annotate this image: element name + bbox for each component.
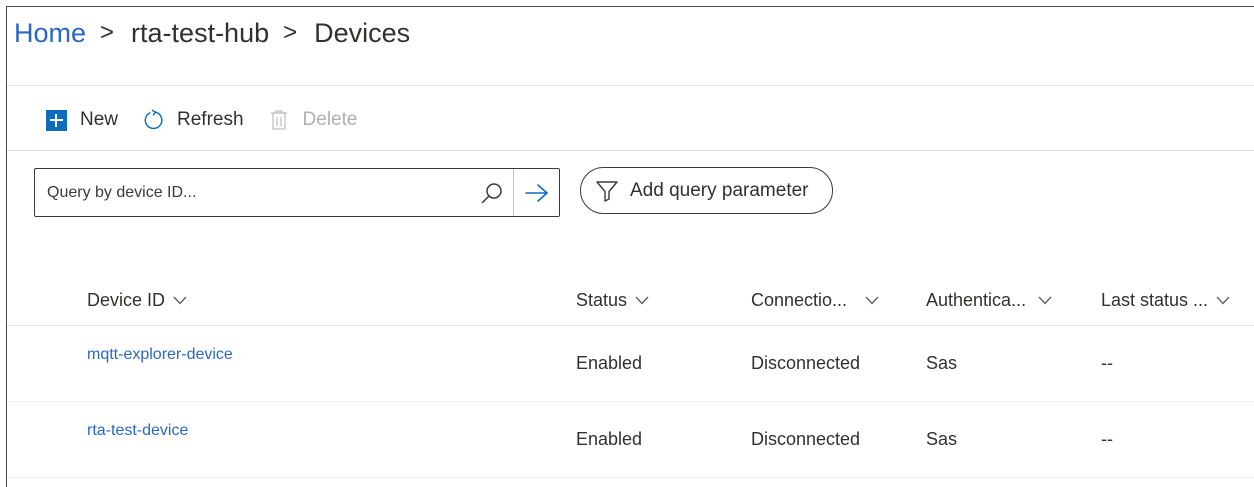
column-header-authentication[interactable]: Authentica... xyxy=(926,273,1052,327)
header-divider xyxy=(7,85,1254,86)
filter-icon xyxy=(595,179,619,203)
delete-button[interactable]: Delete xyxy=(268,109,358,131)
search-input[interactable] xyxy=(35,169,471,216)
authentication-cell: Sas xyxy=(926,429,958,449)
chevron-down-icon xyxy=(173,296,187,305)
column-header-label: Connectio... xyxy=(751,289,848,310)
connection-cell: Disconnected xyxy=(751,353,861,373)
delete-button-label: Delete xyxy=(302,109,358,130)
arrow-right-icon[interactable] xyxy=(513,169,559,216)
column-header-last-status[interactable]: Last status ... xyxy=(1101,273,1230,327)
authentication-cell: Sas xyxy=(926,353,958,373)
refresh-icon xyxy=(142,109,164,131)
last-status-cell: -- xyxy=(1101,429,1113,449)
breadcrumb-separator: > xyxy=(100,19,115,46)
breadcrumb: Home > rta-test-hub > Devices xyxy=(14,13,410,53)
toolbar-divider xyxy=(7,150,1254,151)
plus-square-icon xyxy=(45,109,67,131)
status-cell: Enabled xyxy=(576,429,643,449)
connection-cell: Disconnected xyxy=(751,429,861,449)
search-icon[interactable] xyxy=(471,169,513,216)
status-cell: Enabled xyxy=(576,353,643,373)
chevron-down-icon xyxy=(865,296,879,305)
device-id-link[interactable]: mqtt-explorer-device xyxy=(87,346,233,364)
column-header-label: Authentica... xyxy=(926,289,1027,310)
chevron-down-icon xyxy=(1216,296,1230,305)
breadcrumb-separator: > xyxy=(283,19,298,46)
refresh-button-label: Refresh xyxy=(177,109,244,130)
column-header-label: Last status ... xyxy=(1101,289,1209,310)
table-row[interactable]: rta-test-device Enabled Disconnected Sas… xyxy=(7,402,1254,478)
table-header: Device ID Status Connectio... Authentica… xyxy=(7,273,1254,327)
add-query-parameter-button[interactable]: Add query parameter xyxy=(580,167,833,214)
column-header-device-id[interactable]: Device ID xyxy=(87,273,187,327)
device-id-link[interactable]: rta-test-device xyxy=(87,422,188,440)
trash-icon xyxy=(268,109,290,131)
page-title: Devices xyxy=(314,17,411,48)
breadcrumb-hub-link[interactable]: rta-test-hub xyxy=(131,18,269,49)
table-row[interactable]: mqtt-explorer-device Enabled Disconnecte… xyxy=(7,326,1254,402)
device-query-box xyxy=(34,168,560,217)
column-header-label: Status xyxy=(576,289,628,310)
new-button[interactable]: New xyxy=(45,109,118,131)
chevron-down-icon xyxy=(635,296,649,305)
column-header-connection-state[interactable]: Connectio... xyxy=(751,273,879,327)
refresh-button[interactable]: Refresh xyxy=(142,109,244,131)
devices-blade: Home > rta-test-hub > Devices New Refres… xyxy=(6,6,1254,487)
column-header-label: Device ID xyxy=(87,289,166,310)
last-status-cell: -- xyxy=(1101,353,1113,373)
column-header-status[interactable]: Status xyxy=(576,273,649,327)
row-divider xyxy=(7,477,1254,478)
chevron-down-icon xyxy=(1038,296,1052,305)
new-button-label: New xyxy=(80,109,119,130)
command-bar: New Refresh Delete xyxy=(45,103,381,137)
add-query-parameter-label: Add query parameter xyxy=(630,179,809,201)
breadcrumb-home-link[interactable]: Home xyxy=(14,18,86,49)
